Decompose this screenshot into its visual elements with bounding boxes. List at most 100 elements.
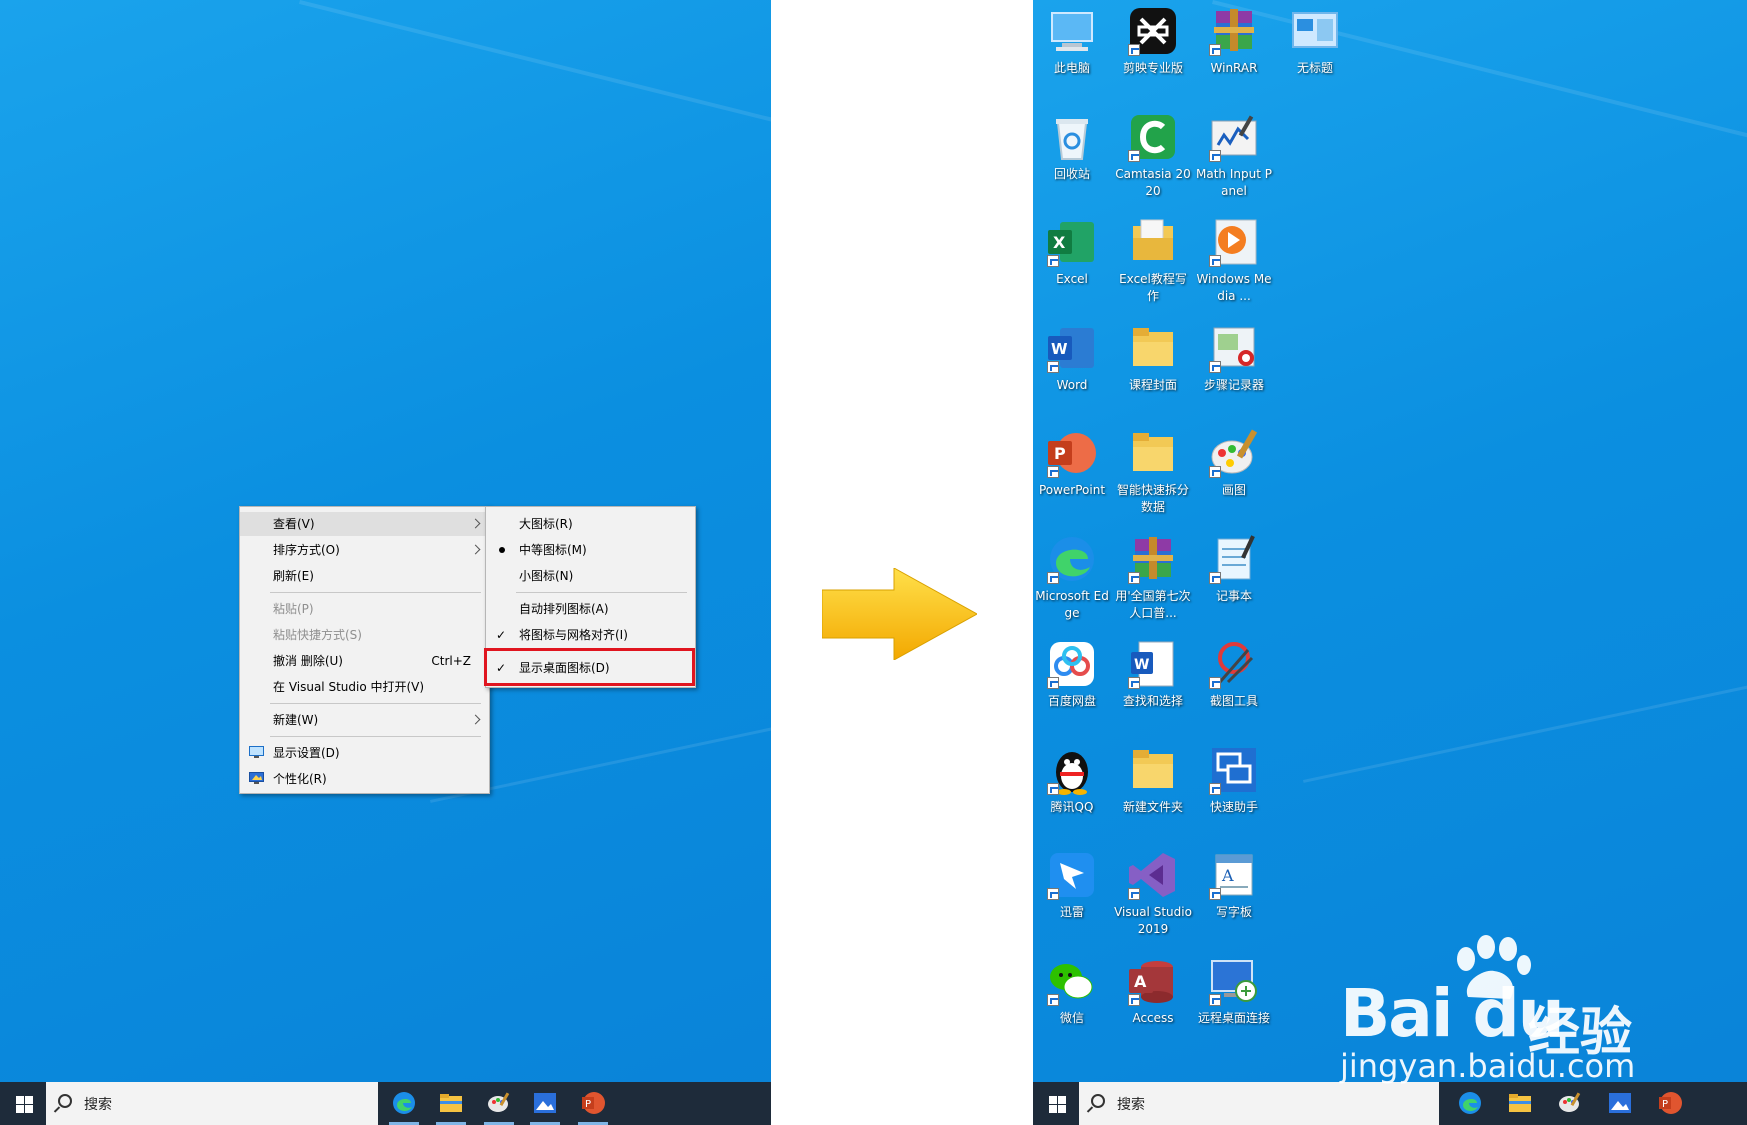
desktop-shortcut[interactable]: 回收站: [1033, 111, 1111, 183]
desktop-shortcut[interactable]: 画图: [1195, 427, 1273, 499]
file-explorer-icon[interactable]: [438, 1090, 464, 1116]
photos-icon[interactable]: [1607, 1090, 1633, 1116]
menu-item-refresh[interactable]: 刷新(E): [240, 564, 489, 588]
shortcut-arrow-icon: [1047, 782, 1059, 795]
desktop-shortcut[interactable]: Windows Media ...: [1195, 216, 1273, 305]
menu-item-paste: 粘贴(P): [240, 597, 489, 621]
paint-icon[interactable]: [1557, 1090, 1583, 1116]
menu-item-display-settings[interactable]: 显示设置(D): [240, 741, 489, 765]
desktop-shortcut-label: PowerPoint: [1038, 483, 1106, 497]
shortcut-arrow-icon: [1209, 993, 1221, 1006]
submenu-item-medium-icons[interactable]: 中等图标(M): [486, 538, 695, 562]
desktop-shortcut[interactable]: 腾讯QQ: [1033, 744, 1111, 816]
recycle-bin-icon: [1046, 111, 1098, 163]
desktop-shortcut[interactable]: 百度网盘: [1033, 638, 1111, 710]
personalize-icon: [249, 772, 264, 784]
search-placeholder: 搜索: [1117, 1097, 1145, 1113]
menu-item-undo-delete[interactable]: 撤消 删除(U) Ctrl+Z: [240, 649, 489, 673]
menu-item-open-in-visual-studio[interactable]: 在 Visual Studio 中打开(V): [240, 675, 489, 699]
menu-item-label: 排序方式(O): [273, 543, 340, 557]
menu-item-label: 粘贴(P): [273, 602, 314, 616]
left-desktop: 查看(V) 排序方式(O) 刷新(E) 粘贴(P) 粘贴快捷方式(S) 撤消 删…: [0, 0, 771, 1125]
menu-separator: [270, 592, 481, 593]
menu-item-label: 撤消 删除(U): [273, 654, 343, 668]
shortcut-arrow-icon: [1128, 149, 1140, 162]
desktop-shortcut[interactable]: 用'全国第七次人口普...: [1114, 533, 1192, 622]
desktop-shortcut[interactable]: 步骤记录器: [1195, 322, 1273, 394]
paint-icon[interactable]: [486, 1090, 512, 1116]
desktop-shortcut[interactable]: 微信: [1033, 955, 1111, 1027]
submenu-item-auto-arrange[interactable]: 自动排列图标(A): [486, 597, 695, 621]
folder-icon: [1127, 322, 1179, 374]
math-input-icon: [1208, 111, 1260, 163]
shortcut-arrow-icon: [1047, 466, 1059, 478]
desktop-shortcut-label: Visual Studio 2019: [1114, 905, 1192, 936]
menu-item-label: 个性化(R): [273, 772, 327, 786]
desktop-shortcut-label: Microsoft Edge: [1035, 588, 1109, 620]
menu-item-label: 显示设置(D): [273, 746, 340, 760]
submenu-item-large-icons[interactable]: 大图标(R): [486, 512, 695, 536]
desktop-shortcut[interactable]: 新建文件夹: [1114, 744, 1192, 816]
submenu-item-small-icons[interactable]: 小图标(N): [486, 564, 695, 588]
desktop-shortcut-label: 远程桌面连接: [1197, 1010, 1270, 1025]
taskbar-search-box[interactable]: 搜索: [1079, 1082, 1439, 1125]
menu-item-personalize[interactable]: 个性化(R): [240, 767, 489, 791]
desktop-shortcut[interactable]: Visual Studio 2019: [1114, 849, 1192, 938]
desktop-shortcut[interactable]: P PowerPoint: [1033, 427, 1111, 499]
menu-item-paste-shortcut: 粘贴快捷方式(S): [240, 623, 489, 647]
desktop-shortcut[interactable]: W 查找和选择: [1114, 638, 1192, 710]
menu-item-sort[interactable]: 排序方式(O): [240, 538, 489, 562]
desktop-shortcut[interactable]: 课程封面: [1114, 322, 1192, 394]
desktop-shortcut[interactable]: Math Input Panel: [1195, 111, 1273, 200]
start-button[interactable]: [0, 1082, 46, 1125]
desktop-shortcut[interactable]: 剪映专业版: [1114, 5, 1192, 77]
light-beam: [299, 0, 771, 174]
desktop-shortcut[interactable]: W Word: [1033, 322, 1111, 394]
desktop-shortcut[interactable]: 迅雷: [1033, 849, 1111, 921]
desktop-shortcut[interactable]: 智能快速拆分数据: [1114, 427, 1192, 516]
desktop-shortcut[interactable]: 记事本: [1195, 533, 1273, 605]
svg-text:W: W: [1134, 657, 1149, 673]
powerpoint-icon[interactable]: P: [580, 1090, 606, 1116]
shortcut-arrow-icon: [1209, 255, 1221, 267]
desktop-shortcut[interactable]: A 写字板: [1195, 849, 1273, 921]
desktop-shortcut[interactable]: 快速助手: [1195, 744, 1273, 816]
desktop-shortcut[interactable]: WinRAR: [1195, 5, 1273, 77]
shortcut-arrow-icon: [1047, 571, 1059, 584]
desktop-shortcut-label: Math Input Panel: [1196, 166, 1272, 198]
menu-item-view[interactable]: 查看(V): [240, 512, 489, 536]
this-pc-icon: [1046, 5, 1098, 57]
menu-item-shortcut: Ctrl+Z: [431, 654, 471, 668]
desktop-shortcut[interactable]: X Excel: [1033, 216, 1111, 288]
desktop-shortcut[interactable]: 截图工具: [1195, 638, 1273, 710]
chevron-right-icon: [470, 714, 481, 725]
desktop-shortcut[interactable]: Excel教程写作: [1114, 216, 1192, 305]
edge-icon[interactable]: [1457, 1090, 1483, 1116]
desktop-shortcut[interactable]: A Access: [1114, 955, 1192, 1027]
desktop-shortcut[interactable]: 远程桌面连接: [1195, 955, 1273, 1027]
word-icon: W: [1046, 322, 1098, 374]
desktop-shortcut[interactable]: 此电脑: [1033, 5, 1111, 77]
desktop-shortcut[interactable]: Camtasia 2020: [1114, 111, 1192, 200]
desktop-shortcut-label: 微信: [1059, 1010, 1084, 1025]
submenu-item-align-to-grid[interactable]: ✓ 将图标与网格对齐(I): [486, 623, 695, 647]
shortcut-arrow-icon: [1047, 993, 1059, 1006]
taskbar-search-box[interactable]: 搜索: [46, 1082, 378, 1125]
taskbar: 搜索 P: [0, 1082, 771, 1125]
start-button[interactable]: [1033, 1082, 1079, 1125]
desktop-shortcut[interactable]: Microsoft Edge: [1033, 533, 1111, 622]
desktop-shortcut-label: 腾讯QQ: [1050, 799, 1094, 814]
photos-icon[interactable]: [532, 1090, 558, 1116]
desktop-shortcut-label: 无标题: [1296, 61, 1333, 75]
desktop-shortcut-label: 此电脑: [1053, 61, 1090, 75]
svg-text:P: P: [1054, 444, 1066, 463]
desktop-shortcut[interactable]: 无标题: [1276, 5, 1354, 77]
shortcut-arrow-icon: [1047, 677, 1059, 689]
file-explorer-icon[interactable]: [1507, 1090, 1533, 1116]
desktop-shortcut-label: 新建文件夹: [1122, 799, 1183, 814]
edge-icon[interactable]: [391, 1090, 417, 1116]
menu-item-new[interactable]: 新建(W): [240, 708, 489, 732]
powerpoint-icon[interactable]: P: [1657, 1090, 1683, 1116]
search-icon: [1091, 1094, 1105, 1108]
shortcut-arrow-icon: [1209, 888, 1221, 900]
